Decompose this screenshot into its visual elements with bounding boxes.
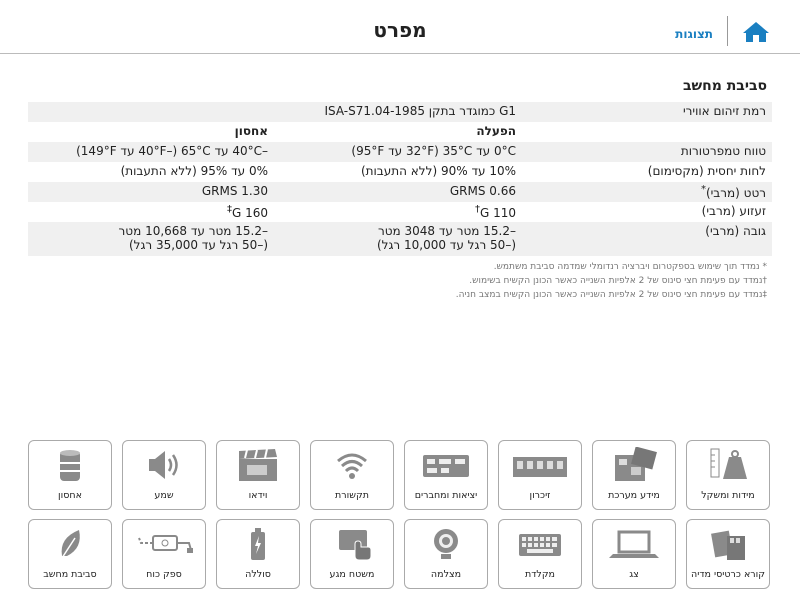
row-label: רטט (מרבי)* [522, 182, 772, 202]
tile-keyboard[interactable]: מקלדת [498, 519, 582, 589]
tile-label: מצלמה [430, 569, 462, 580]
table-row: זעזוע (מרבי) 110 G† 160 G‡ [28, 202, 772, 222]
col-header-operation: הפעלה [476, 124, 516, 138]
shock-operation-value: 110 G [479, 206, 516, 220]
leaf-icon [61, 530, 80, 559]
tile-label: סביבת מחשב [43, 569, 97, 580]
tile-touchpad[interactable]: משטח מגע [310, 519, 394, 589]
tile-power-adapter[interactable]: ספק כוח [122, 519, 206, 589]
airborne-value: G1 כמוגדר בתקן ISA-S71.04-1985 [324, 104, 516, 118]
row-label: רמת זיהום אווירי [682, 104, 766, 118]
altitude-operation: –15.2 מטר עד 3048 מטר (–50 רגל עד 10,000… [268, 222, 522, 254]
tile-label: זיכרון [529, 490, 551, 501]
tile-label: וידאו [248, 490, 268, 501]
page-title: מפרט [373, 18, 427, 42]
vibration-operation: 0.66 GRMS [449, 184, 516, 198]
table-row: גובה (מרבי) –15.2 מטר עד 3048 מטר (–50 ר… [28, 222, 772, 256]
humidity-storage: 0% עד 95% (ללא התעבות) [120, 164, 268, 178]
tile-audio[interactable]: שמע [122, 440, 206, 510]
tile-memory[interactable]: זיכרון [498, 440, 582, 510]
system-board-icon [615, 447, 657, 481]
tile-label: תקשורת [335, 490, 369, 501]
keyboard-icon [519, 534, 561, 556]
altitude-storage: –15.2 מטר עד 10,668 מטר (–50 רגל עד 35,0… [28, 222, 268, 254]
scale-weight-icon [710, 448, 747, 479]
row-label: לחות יחסית (מקסימום) [647, 164, 766, 178]
tile-label: ספק כוח [146, 569, 182, 580]
row-label: גובה (מרבי) [705, 224, 766, 238]
media-card-icon [711, 530, 745, 560]
tile-label: שמע [154, 490, 174, 501]
clapperboard-icon [239, 448, 277, 481]
tile-label: צג [629, 569, 639, 580]
altitude-operation-feet: (–50 רגל עד 10,000 רגל) [376, 238, 516, 252]
row-label: טווח טמפרטורות [680, 144, 766, 158]
table-row: הפעלה אחסון [28, 122, 772, 142]
tile-dimensions-weight[interactable]: מידות ומשקל [686, 440, 770, 510]
battery-icon [251, 528, 265, 560]
specs-table: רמת זיהום אווירי G1 כמוגדר בתקן ISA-S71.… [28, 102, 772, 256]
memory-module-icon [513, 457, 567, 477]
touchpad-icon [339, 530, 372, 561]
tile-computer-environment[interactable]: סביבת מחשב [28, 519, 112, 589]
footnote: * נמדד תוך שימוש בספקטרום ויברציה רנדומל… [493, 262, 767, 272]
tile-label: יציאות ומחברים [414, 490, 478, 501]
footnotes: * נמדד תוך שימוש בספקטרום ויברציה רנדומל… [456, 260, 767, 302]
shock-operation: 110 G† [268, 202, 522, 222]
vibration-storage: 1.30 GRMS [201, 184, 268, 198]
tile-battery[interactable]: סוללה [216, 519, 300, 589]
tile-display[interactable]: צג [592, 519, 676, 589]
table-row: רמת זיהום אווירי G1 כמוגדר בתקן ISA-S71.… [28, 102, 772, 122]
header-bar: תצוגות מפרט [0, 0, 800, 54]
tile-storage[interactable]: אחסון [28, 440, 112, 510]
vibration-label: רטט (מרבי) [705, 186, 766, 200]
laptop-display-icon [609, 530, 659, 558]
tile-system-info[interactable]: מידע מערכת [592, 440, 676, 510]
table-row: לחות יחסית (מקסימום) 10% עד 90% (ללא התע… [28, 162, 772, 182]
storage-drive-icon [60, 450, 80, 481]
altitude-storage-feet: (–50 רגל עד 35,000 רגל) [128, 238, 268, 252]
footnote: †נמדד עם פעימת חצי סינוס של 2 אלפיות השנ… [469, 276, 767, 286]
tile-communications[interactable]: תקשורת [310, 440, 394, 510]
tile-label: מידות ומשקל [701, 490, 755, 501]
wifi-icon [337, 453, 367, 479]
ports-connectors-icon [423, 455, 469, 477]
tile-video[interactable]: וידאו [216, 440, 300, 510]
tile-label: מקלדת [524, 569, 556, 580]
col-header-storage: אחסון [234, 124, 268, 138]
table-row: טווח טמפרטורות 0°C עד 35°C (32°F עד 95°F… [28, 142, 772, 162]
tile-label: מידע מערכת [608, 490, 660, 501]
tile-label: אחסון [58, 490, 82, 501]
temperature-operation: 0°C עד 35°C (32°F עד 95°F) [351, 144, 516, 158]
row-label: זעזוע (מרבי) [701, 204, 766, 218]
section-title: סביבת מחשב [682, 78, 767, 94]
tile-label: סוללה [245, 569, 271, 580]
shock-storage: 160 G‡ [28, 202, 268, 222]
power-adapter-icon [138, 535, 193, 553]
altitude-storage-meters: –15.2 מטר עד 10,668 מטר [118, 224, 268, 238]
altitude-operation-meters: –15.2 מטר עד 3048 מטר [377, 224, 516, 238]
webcam-icon [434, 529, 458, 559]
tile-label: קורא כרטיסי מדיה [690, 569, 765, 580]
tile-camera[interactable]: מצלמה [404, 519, 488, 589]
tile-ports-connectors[interactable]: יציאות ומחברים [404, 440, 488, 510]
temperature-storage: –40°C עד 65°C (–40°F עד 149°F) [76, 144, 268, 158]
tile-media-card-reader[interactable]: קורא כרטיסי מדיה [686, 519, 770, 589]
empty-cell [522, 122, 772, 126]
speaker-icon [149, 451, 178, 479]
tile-label: משטח מגע [329, 569, 375, 580]
humidity-operation: 10% עד 90% (ללא התעבות) [360, 164, 516, 178]
footnote: ‡נמדד עם פעימת חצי סינוס של 2 אלפיות השנ… [455, 290, 767, 300]
shock-storage-value: 160 G [231, 206, 268, 220]
table-row: רטט (מרבי)* 0.66 GRMS 1.30 GRMS [28, 182, 772, 202]
